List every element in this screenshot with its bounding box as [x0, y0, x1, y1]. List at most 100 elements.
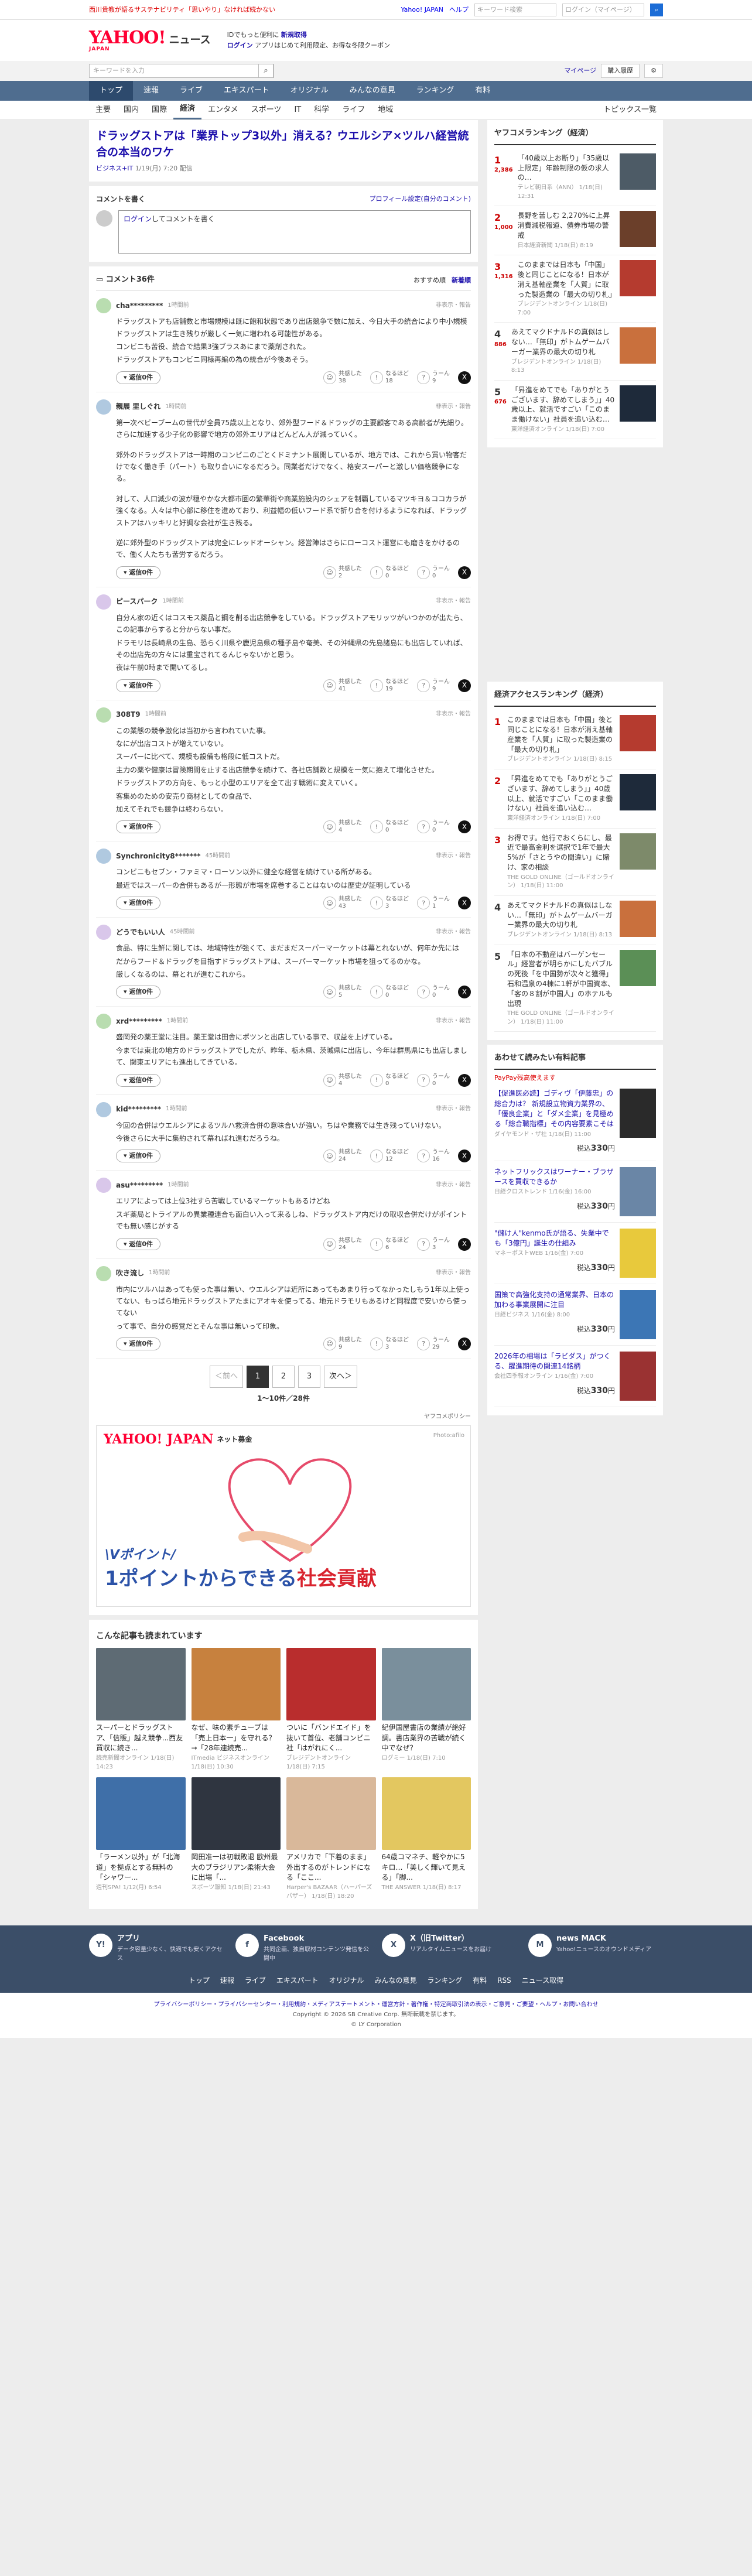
report-link[interactable]: 非表示・報告 [436, 1181, 471, 1190]
reaction-insight-button[interactable]: ! なるほど 3 [370, 896, 409, 910]
help-link[interactable]: ヘルプ [449, 5, 469, 15]
mypage-link[interactable]: マイページ [564, 66, 596, 76]
related-item[interactable]: アメリカで「下着のまま」外出するのがトレンドになる「ここ... Harper's … [286, 1777, 376, 1901]
ranking-item[interactable]: 3 1,316 このままでは日本も「中国」後と同じことになる！日本が消え基軸産業を「… [494, 255, 656, 323]
cat-life[interactable]: ライフ [336, 101, 371, 119]
cat-domestic[interactable]: 国内 [117, 101, 145, 119]
cat-sports[interactable]: スポーツ [245, 101, 288, 119]
report-link[interactable]: 非表示・報告 [436, 1269, 471, 1278]
footer-nav-link[interactable]: エキスパート [276, 1976, 319, 1986]
paid-article-item[interactable]: 【促進医必読】ゴディヴ「伊藤忠」の総合力は？ 新規設立物資力業界の、「優良企業」… [494, 1083, 656, 1161]
profile-settings-link[interactable]: プロフィール設定(自分のコメント) [370, 194, 471, 204]
article-title[interactable]: ドラッグストアは「業界トップ3以外」消える？ウエルシア×ツルハ経営統合の本当のワ… [96, 129, 469, 159]
news-search-input[interactable]: キーワードを入力 [89, 64, 259, 78]
x-share-icon[interactable]: X [458, 1073, 471, 1087]
reaction-agree-button[interactable]: ☺ 共感した 2 [323, 566, 362, 580]
promo-link[interactable]: 西川貴教が語るサステナビリティ「思いやり」なければ続かない [89, 5, 275, 15]
report-link[interactable]: 非表示・報告 [436, 1017, 471, 1026]
footer-nav-link[interactable]: 有料 [473, 1976, 487, 1986]
footer-nav-link[interactable]: オリジナル [329, 1976, 364, 1986]
ranking-item[interactable]: 4 886 あえてマクドナルドの真似はしない…「無印」がトムゲームバーガー業界の最大… [494, 323, 656, 381]
reaction-agree-button[interactable]: ☺ 共感した 41 [323, 679, 362, 693]
reply-button[interactable]: ▾ 返信0件 [116, 1337, 161, 1351]
nav-paid[interactable]: 有料 [464, 81, 501, 101]
footer-nav-link[interactable]: みんなの意見 [375, 1976, 417, 1986]
related-item[interactable]: ついに「バンドエイド」を抜いて首位、老舗コンビニ社「はがれにく... ブレジデント… [286, 1648, 376, 1771]
report-link[interactable]: 非表示・報告 [436, 597, 471, 606]
reaction-insight-button[interactable]: ! なるほど 12 [370, 1149, 409, 1163]
paid-article-item[interactable]: 国策で高強化支持の通常業界、日本の加わる事業展開に注目 日経ビジネス 1/16(金… [494, 1284, 656, 1346]
x-share-icon[interactable]: X [458, 1150, 471, 1163]
report-link[interactable]: 非表示・報告 [436, 403, 471, 412]
yahoo-logo[interactable]: YAHOO! JAPAN [89, 29, 166, 52]
nav-opinions[interactable]: みんなの意見 [339, 81, 406, 101]
page-1-button[interactable]: 1 [247, 1366, 269, 1388]
ranking-item[interactable]: 5 「日本の不動産はバーゲンセール」経営者が明らかにしたバブルの死後「を中国勢が次… [494, 945, 656, 1032]
nav-ranking[interactable]: ランキング [406, 81, 465, 101]
topics-list-link[interactable]: トピックス一覧 [597, 101, 663, 119]
footer-policy-links[interactable]: プライバシーポリシー・プライバシーセンター・利用規約・メディアステートメント・運… [154, 2002, 599, 2008]
comment-user[interactable]: 308T9 [116, 710, 141, 720]
cat-entertainment[interactable]: エンタメ [201, 101, 245, 119]
next-page-button[interactable]: 次へ＞ [324, 1366, 358, 1388]
comment-user[interactable]: 吹き流し [116, 1268, 144, 1278]
reply-button[interactable]: ▾ 返信0件 [116, 566, 161, 579]
purchase-history-button[interactable]: 購入履歴 [601, 64, 640, 78]
comment-user[interactable]: xrd********* [116, 1017, 162, 1027]
ranking-item[interactable]: 1 このままでは日本も「中国」後と同じことになる！日本が消え基軸産業を「人質」に取… [494, 710, 656, 769]
article-source[interactable]: ビジネス+IT [96, 165, 133, 172]
reaction-agree-button[interactable]: ☺ 共感した 5 [323, 985, 362, 999]
cat-main[interactable]: 主要 [89, 101, 117, 119]
reply-button[interactable]: ▾ 返信0件 [116, 897, 161, 910]
reply-button[interactable]: ▾ 返信0件 [116, 679, 161, 692]
reaction-doubt-button[interactable]: ? うーん 0 [417, 820, 450, 834]
reaction-insight-button[interactable]: ! なるほど 0 [370, 820, 409, 834]
ad-banner[interactable]: YAHOO! JAPAN ネット募金 Photo:afilo \Vポイント/ 1ポ… [96, 1425, 471, 1607]
related-item[interactable]: 「ラーメン以外」が「北海道」を拠点とする無料の「シャワー... 週刊SPA! 1/… [96, 1777, 186, 1901]
cat-world[interactable]: 国際 [145, 101, 173, 119]
reaction-doubt-button[interactable]: ? うーん 9 [417, 371, 450, 385]
x-share-icon[interactable]: X [458, 371, 471, 384]
gear-icon[interactable]: ⚙ [644, 64, 663, 78]
reaction-doubt-button[interactable]: ? うーん 16 [417, 1149, 450, 1163]
report-link[interactable]: 非表示・報告 [436, 302, 471, 310]
nav-breaking[interactable]: 速報 [133, 81, 169, 101]
reaction-doubt-button[interactable]: ? うーん 1 [417, 896, 450, 910]
yahoo-japan-link[interactable]: Yahoo! JAPAN [401, 5, 443, 15]
cat-science[interactable]: 科学 [307, 101, 336, 119]
top-search-button[interactable]: ⌕ [650, 4, 663, 16]
paid-article-item[interactable]: "儲け人"kenmo氏が語る、失業中でも「3億円」誕生の仕組み マネーポストWEB… [494, 1223, 656, 1284]
cat-it[interactable]: IT [288, 101, 307, 119]
reaction-agree-button[interactable]: ☺ 共感した 4 [323, 1073, 362, 1087]
reaction-agree-button[interactable]: ☺ 共感した 9 [323, 1337, 362, 1351]
comment-login-link[interactable]: ログイン [124, 215, 152, 223]
footer-nav-link[interactable]: ランキング [428, 1976, 463, 1986]
comment-input[interactable]: ログインしてコメントを書く [118, 210, 471, 254]
reaction-doubt-button[interactable]: ? うーん 0 [417, 566, 450, 580]
reaction-doubt-button[interactable]: ? うーん 3 [417, 1237, 450, 1251]
footer-nav-link[interactable]: 速報 [220, 1976, 234, 1986]
policy-link[interactable]: ヤフコメポリシー [96, 1413, 471, 1422]
report-link[interactable]: 非表示・報告 [436, 928, 471, 937]
reaction-insight-button[interactable]: ! なるほど 0 [370, 566, 409, 580]
ranking-item[interactable]: 2 1,000 長野を苦しむ 2,270%に上昇 消費減税報道、債券市場の警戒 日本経… [494, 206, 656, 256]
x-share-icon[interactable]: X [458, 1337, 471, 1351]
reaction-insight-button[interactable]: ! なるほど 18 [370, 371, 409, 385]
reaction-doubt-button[interactable]: ? うーん 9 [417, 679, 450, 693]
comment-user[interactable]: ピースパーク [116, 597, 158, 607]
reaction-insight-button[interactable]: ! なるほど 0 [370, 1073, 409, 1087]
footer-nav-link[interactable]: ライブ [245, 1976, 266, 1986]
ranking-item[interactable]: 2 「昇進をめてでも「ありがとうございます、辞めてしまう」」40歳以上、就活ですご… [494, 769, 656, 829]
page-3-button[interactable]: 3 [298, 1366, 320, 1388]
sort-recommended[interactable]: おすすめ順 [413, 276, 446, 285]
reply-button[interactable]: ▾ 返信0件 [116, 1237, 161, 1251]
footer-column[interactable]: Mnews MACK Yahoo!ニュースのオウンドメディア [528, 1934, 663, 1963]
ranking-item[interactable]: 3 お得です。他行でおくらにし、最近で最高金利を選択で1年で最大5%が「さとうやの… [494, 829, 656, 896]
x-share-icon[interactable]: X [458, 986, 471, 999]
nav-top[interactable]: トップ [89, 81, 134, 101]
cat-economy[interactable]: 経済 [173, 101, 202, 119]
comment-user[interactable]: kid********* [116, 1104, 161, 1114]
top-search-input[interactable]: キーワード検索 [474, 4, 556, 16]
related-item[interactable]: なぜ、味の素チューブは「売上日本一」を守れる？→「28年連続売... ITmedi… [191, 1648, 281, 1771]
reaction-doubt-button[interactable]: ? うーん 29 [417, 1337, 450, 1351]
